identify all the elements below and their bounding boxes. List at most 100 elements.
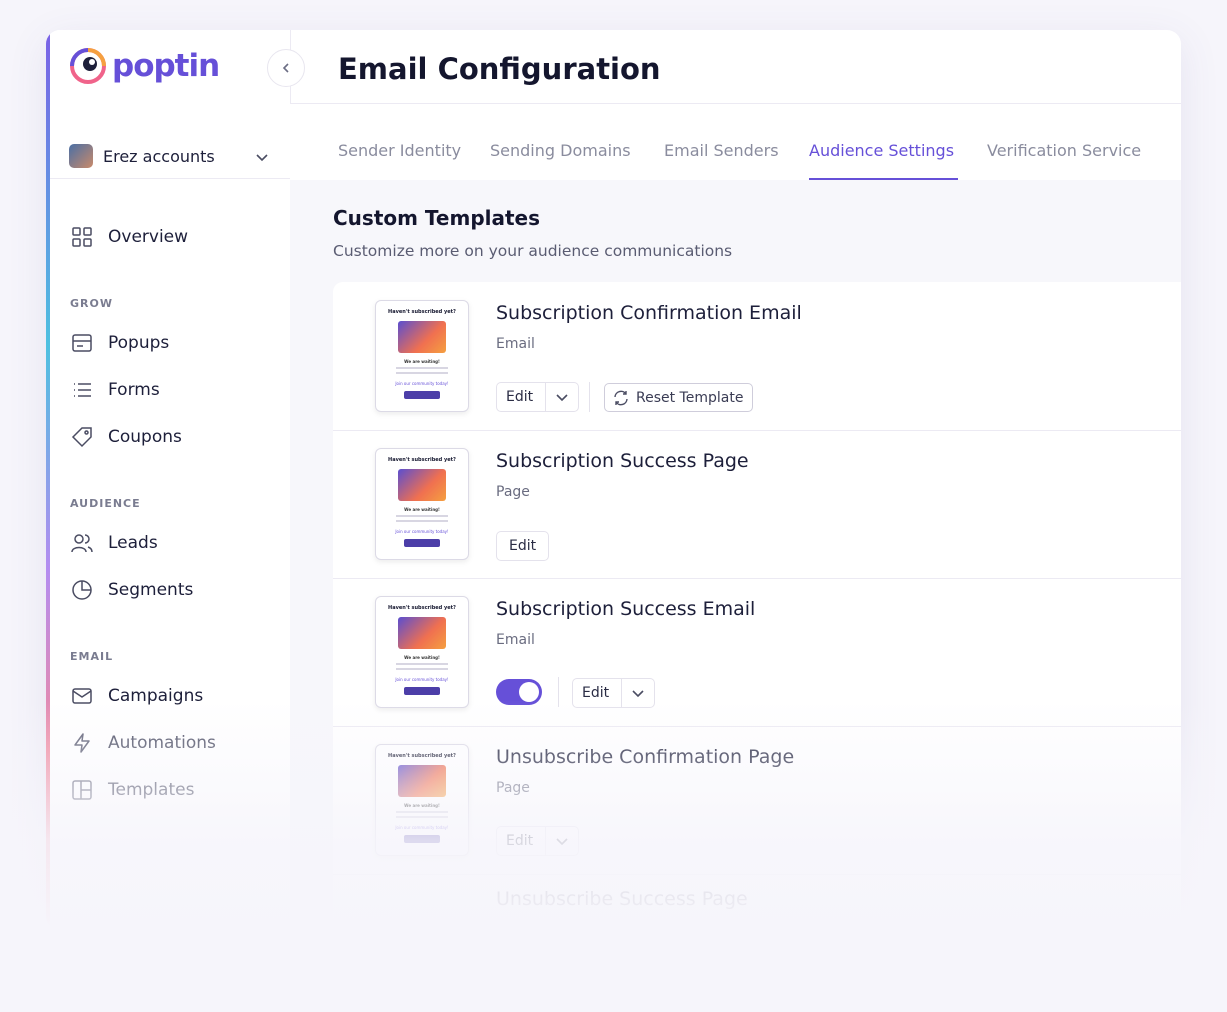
thumbnail-text: We are waiting! — [404, 359, 440, 364]
account-name: Erez accounts — [103, 146, 215, 166]
edit-split-button[interactable]: Edit — [496, 382, 580, 412]
edit-dropdown[interactable] — [545, 383, 578, 411]
thumbnail-button — [404, 835, 440, 843]
template-thumbnail[interactable]: Haven't subscribed yet? We are waiting! … — [375, 300, 469, 412]
sidebar-item-templates[interactable]: Templates — [70, 778, 194, 802]
avatar — [69, 144, 93, 168]
template-type: Email — [496, 632, 535, 648]
thumbnail-illustration — [398, 469, 446, 501]
template-thumbnail[interactable]: Haven't subscribed yet? We are waiting! … — [375, 744, 469, 856]
thumbnail-line — [396, 663, 448, 665]
thumbnail-button — [404, 687, 440, 695]
section-title-email: EMAIL — [70, 650, 114, 663]
templates-list: Haven't subscribed yet? We are waiting! … — [333, 282, 1181, 930]
sidebar-item-campaigns[interactable]: Campaigns — [70, 684, 203, 708]
thumbnail-illustration — [398, 765, 446, 797]
reset-template-label: Reset Template — [636, 389, 744, 406]
page-title: Email Configuration — [338, 52, 661, 86]
sidebar-item-overview[interactable]: Overview — [70, 225, 188, 249]
section-title: Custom Templates — [333, 206, 541, 230]
section-title-grow: GROW — [70, 297, 113, 310]
sidebar-item-automations[interactable]: Automations — [70, 731, 216, 755]
thumbnail-line — [396, 515, 448, 517]
sidebar-item-label: Overview — [108, 227, 189, 247]
chevron-down-icon — [556, 394, 568, 402]
template-title: Subscription Success Page — [496, 450, 749, 472]
thumbnail-line — [396, 372, 448, 374]
edit-dropdown[interactable] — [545, 827, 578, 855]
tab-email-senders[interactable]: Email Senders — [664, 141, 779, 160]
tag-icon — [70, 425, 94, 449]
logo-wordmark: poptin — [112, 48, 220, 84]
sidebar-item-coupons[interactable]: Coupons — [70, 425, 182, 449]
thumbnail-heading: Haven't subscribed yet? — [388, 605, 456, 611]
app-window: poptin Erez accounts Overview GROW Popup… — [46, 30, 1181, 930]
tab-bar: Sender Identity Sending Domains Email Se… — [290, 104, 1181, 181]
thumbnail-cta: Join our community today! — [395, 381, 449, 386]
layout-icon — [70, 778, 94, 802]
thumbnail-cta: Join our community today! — [395, 825, 449, 830]
edit-split-button[interactable]: Edit — [496, 826, 580, 856]
sidebar-item-leads[interactable]: Leads — [70, 531, 158, 555]
chevron-left-icon — [282, 63, 289, 73]
poptin-logo-icon — [70, 48, 106, 84]
thumbnail-line — [396, 367, 448, 369]
thumbnail-heading: Haven't subscribed yet? — [388, 309, 456, 315]
template-enabled-toggle[interactable] — [496, 679, 542, 705]
popup-icon — [70, 331, 94, 355]
tab-audience-settings[interactable]: Audience Settings — [809, 141, 954, 160]
sidebar-item-label: Popups — [108, 333, 170, 353]
sidebar-item-segments[interactable]: Segments — [70, 578, 193, 602]
thumbnail-illustration — [398, 321, 446, 353]
thumbnail-line — [396, 811, 448, 813]
account-switcher[interactable]: Erez accounts — [69, 144, 215, 168]
lightning-icon — [70, 731, 94, 755]
template-row: Unsubscribe Success Page — [333, 874, 1181, 930]
template-row: Haven't subscribed yet? We are waiting! … — [333, 282, 1181, 431]
edit-split-button[interactable]: Edit — [572, 678, 656, 708]
divider — [558, 677, 559, 707]
reset-template-button[interactable]: Reset Template — [604, 383, 754, 412]
edit-button[interactable]: Edit — [496, 531, 550, 561]
sidebar-item-label: Segments — [108, 580, 194, 600]
chevron-down-icon — [556, 838, 568, 846]
chevron-down-icon[interactable] — [255, 150, 269, 164]
sidebar-item-popups[interactable]: Popups — [70, 331, 169, 355]
logo[interactable]: poptin — [70, 48, 220, 84]
thumbnail-cta: Join our community today! — [395, 677, 449, 682]
edit-dropdown[interactable] — [621, 679, 654, 707]
sidebar-item-label: Forms — [108, 380, 160, 400]
chevron-down-icon — [632, 690, 644, 698]
divider — [50, 178, 290, 179]
tab-sender-identity[interactable]: Sender Identity — [338, 141, 461, 160]
users-icon — [70, 531, 94, 555]
edit-button[interactable]: Edit — [497, 833, 545, 849]
thumbnail-heading: Haven't subscribed yet? — [388, 457, 456, 463]
template-thumbnail[interactable]: Haven't subscribed yet? We are waiting! … — [375, 596, 469, 708]
thumbnail-heading: Haven't subscribed yet? — [388, 753, 456, 759]
template-title: Unsubscribe Success Page — [496, 888, 748, 910]
thumbnail-line — [396, 520, 448, 522]
thumbnail-text: We are waiting! — [404, 507, 440, 512]
content-area: Custom Templates Customize more on your … — [290, 180, 1181, 930]
template-type: Email — [496, 336, 535, 352]
thumbnail-line — [396, 816, 448, 818]
sidebar-item-label: Coupons — [108, 427, 182, 447]
template-title: Subscription Success Email — [496, 598, 756, 620]
collapse-sidebar-button[interactable] — [267, 49, 305, 87]
tab-verification-service[interactable]: Verification Service — [987, 141, 1141, 160]
edit-button[interactable]: Edit — [573, 685, 621, 701]
template-row: Haven't subscribed yet? We are waiting! … — [333, 578, 1181, 727]
thumbnail-illustration — [398, 617, 446, 649]
sidebar-item-label: Leads — [108, 533, 158, 553]
template-thumbnail[interactable]: Haven't subscribed yet? We are waiting! … — [375, 448, 469, 560]
thumbnail-text: We are waiting! — [404, 655, 440, 660]
tab-sending-domains[interactable]: Sending Domains — [490, 141, 631, 160]
section-title-audience: AUDIENCE — [70, 497, 141, 510]
main-panel: Email Configuration Sender Identity Send… — [290, 30, 1181, 930]
sidebar-item-label: Automations — [108, 733, 216, 753]
sidebar-item-forms[interactable]: Forms — [70, 378, 160, 402]
list-icon — [70, 378, 94, 402]
edit-button[interactable]: Edit — [497, 389, 545, 405]
section-subtitle: Customize more on your audience communic… — [333, 242, 733, 260]
